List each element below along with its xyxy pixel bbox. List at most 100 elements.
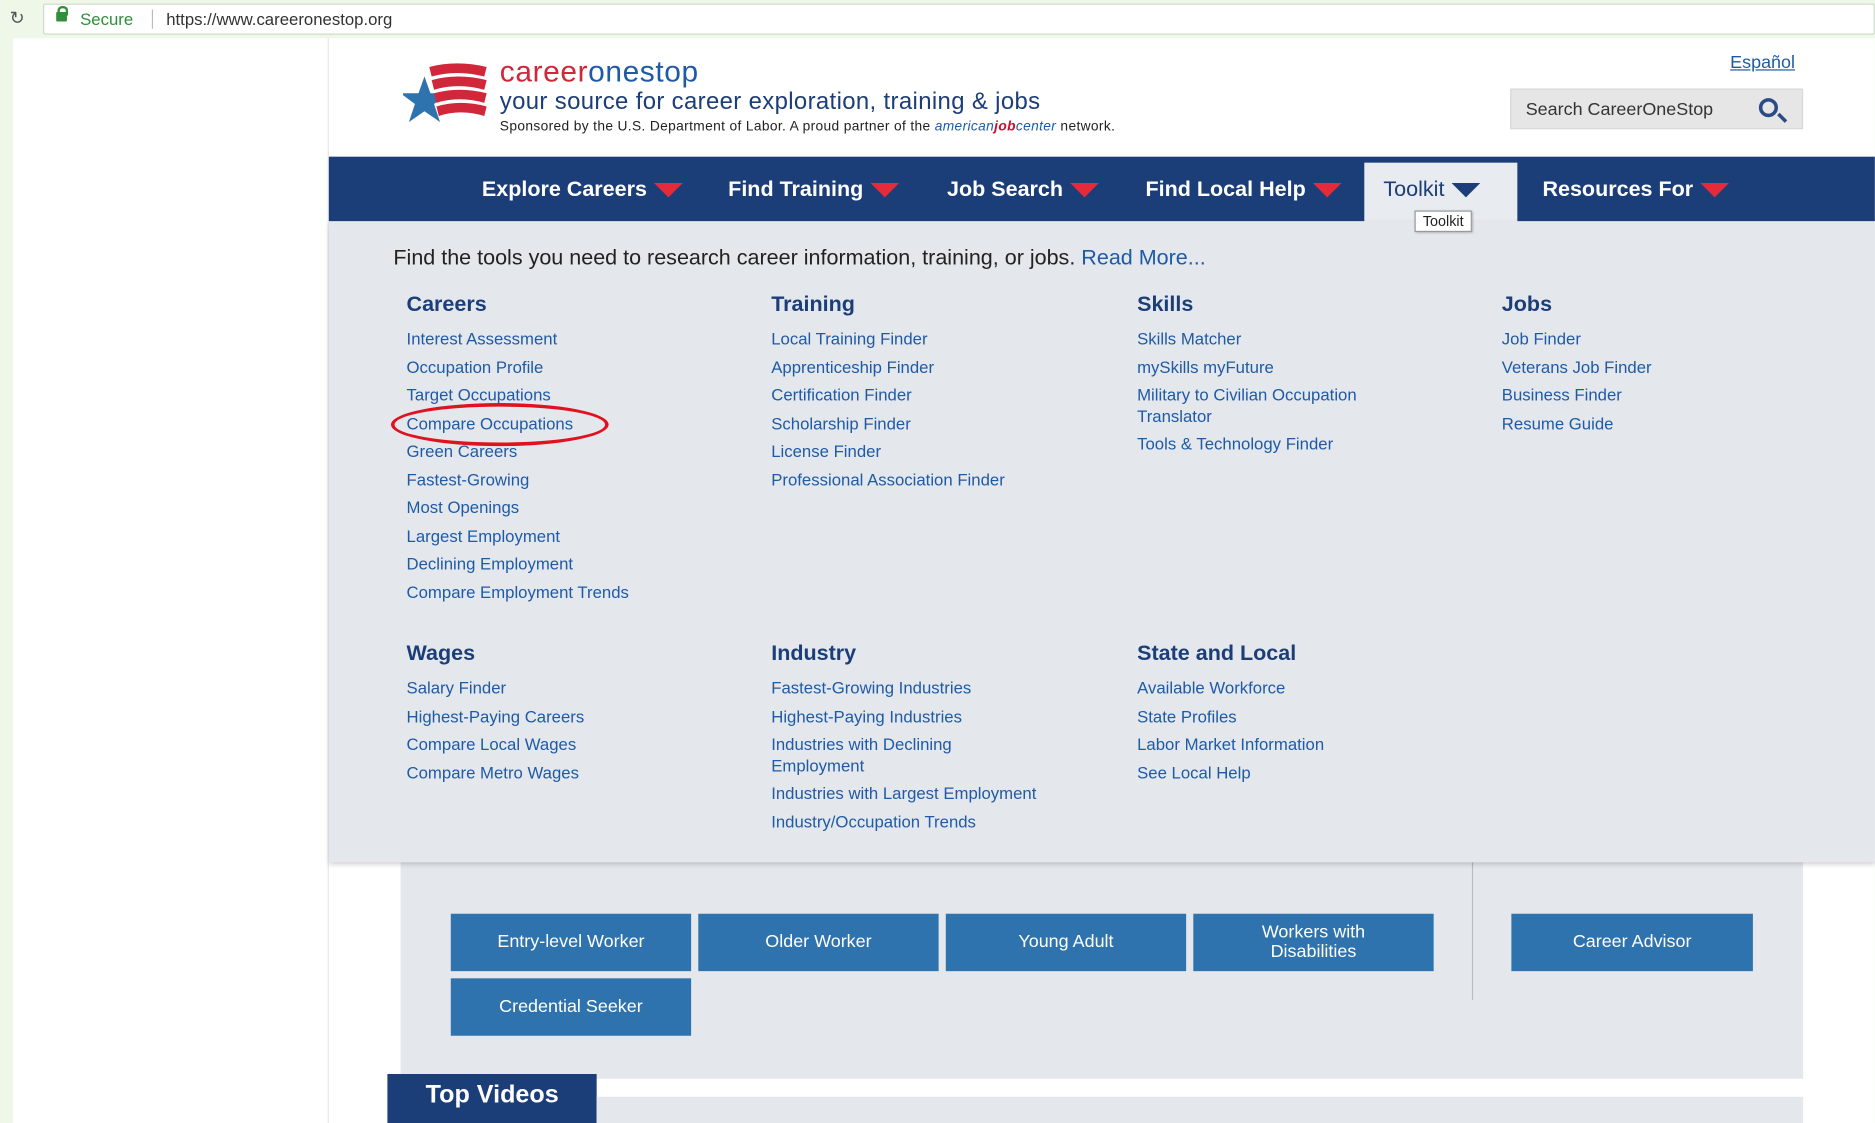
nav-label: Find Local Help: [1145, 177, 1306, 201]
link-fastest-growing[interactable]: Fastest-Growing: [407, 469, 754, 490]
nav-job-search[interactable]: Job Search: [947, 157, 1099, 222]
link-largest-employment[interactable]: Largest Employment: [407, 526, 754, 547]
link-labor-market-information[interactable]: Labor Market Information: [1137, 734, 1448, 755]
toolkit-tooltip: Toolkit: [1414, 210, 1472, 233]
espanol-link[interactable]: Español: [1730, 53, 1795, 73]
screen: ↻ Secure https://www.careeronestop.org c…: [0, 0, 1875, 1123]
section-heading: Careers: [406, 291, 487, 316]
secure-label: Secure: [80, 9, 134, 29]
american-job-center-logo: americanjobcenter: [935, 120, 1057, 134]
lock-icon: [56, 5, 69, 22]
nav-resources-for[interactable]: Resources For: [1542, 157, 1730, 222]
tile-career-advisor[interactable]: Career Advisor: [1511, 913, 1753, 972]
link-target-occupations[interactable]: Target Occupations: [407, 385, 754, 406]
link-available-workforce[interactable]: Available Workforce: [1137, 678, 1448, 699]
link-compare-employment-trends[interactable]: Compare Employment Trends: [407, 582, 754, 603]
link-business-finder[interactable]: Business Finder: [1502, 385, 1813, 406]
link-highest-paying-careers[interactable]: Highest-Paying Careers: [407, 706, 754, 727]
link-compare-local-wages[interactable]: Compare Local Wages: [407, 734, 754, 755]
reload-icon[interactable]: ↻: [10, 7, 25, 29]
divider: [151, 9, 154, 29]
nav-explore-careers[interactable]: Explore Careers: [482, 157, 683, 222]
link-industry-occupation-trends[interactable]: Industry/Occupation Trends: [771, 811, 1082, 832]
link-most-openings[interactable]: Most Openings: [407, 498, 754, 519]
url-box[interactable]: Secure https://www.careeronestop.org: [43, 3, 1875, 35]
tile-workers-with-disabilities[interactable]: Workers with Disabilities: [1193, 913, 1434, 972]
section-industry: Industry Fastest-Growing Industries High…: [771, 641, 1082, 840]
read-more-link[interactable]: Read More...: [1081, 245, 1205, 269]
link-professional-association-finder[interactable]: Professional Association Finder: [771, 469, 1118, 490]
highlight-circle: [390, 403, 609, 447]
sponsor-end: network.: [1060, 119, 1116, 134]
site-logo-text[interactable]: careeronestop: [500, 55, 699, 90]
link-industries-declining-employment[interactable]: Industries with Declining Employment: [771, 734, 1010, 776]
top-videos-bar: [596, 1096, 1804, 1123]
section-heading: Industry: [771, 641, 857, 665]
section-careers: Careers Interest Assessment Occupation P…: [407, 292, 754, 610]
link-occupation-profile[interactable]: Occupation Profile: [407, 357, 754, 378]
link-industries-largest-employment[interactable]: Industries with Largest Employment: [771, 783, 1082, 804]
audience-tiles-section: Entry-level Worker Older Worker Young Ad…: [400, 841, 1804, 1079]
link-highest-paying-industries[interactable]: Highest-Paying Industries: [771, 706, 1082, 727]
chevron-down-icon: [1312, 183, 1342, 198]
browser-address-bar: ↻ Secure https://www.careeronestop.org: [0, 0, 1875, 39]
section-heading: Jobs: [1501, 291, 1553, 316]
section-training: Training Local Training Finder Apprentic…: [771, 292, 1118, 498]
link-job-finder[interactable]: Job Finder: [1502, 329, 1813, 350]
toolkit-dropdown-panel: Find the tools you need to research care…: [328, 221, 1875, 863]
sponsor-line: Sponsored by the U.S. Department of Labo…: [500, 120, 1115, 134]
link-salary-finder[interactable]: Salary Finder: [407, 678, 754, 699]
nav-label: Toolkit: [1383, 177, 1445, 201]
section-state-and-local: State and Local Available Workforce Stat…: [1137, 641, 1448, 791]
url-text[interactable]: https://www.careeronestop.org: [166, 10, 392, 29]
nav-label: Job Search: [946, 177, 1064, 201]
chevron-down-icon: [1451, 183, 1481, 198]
section-jobs: Jobs Job Finder Veterans Job Finder Busi…: [1502, 292, 1813, 442]
toolkit-intro: Find the tools you need to research care…: [393, 245, 1205, 270]
link-local-training-finder[interactable]: Local Training Finder: [771, 329, 1118, 350]
flag-star-logo-icon[interactable]: [402, 60, 496, 127]
link-compare-metro-wages[interactable]: Compare Metro Wages: [407, 762, 754, 783]
search-input[interactable]: Search CareerOneStop: [1526, 99, 1713, 119]
nav-find-local-help[interactable]: Find Local Help: [1145, 157, 1342, 222]
section-skills: Skills Skills Matcher mySkills myFuture …: [1137, 292, 1400, 462]
link-apprenticeship-finder[interactable]: Apprenticeship Finder: [771, 357, 1118, 378]
search-icon[interactable]: [1758, 98, 1779, 118]
sponsor-text: Sponsored by the U.S. Department of Labo…: [499, 119, 931, 134]
nav-find-training[interactable]: Find Training: [728, 157, 900, 222]
logo-career: career: [499, 55, 589, 89]
link-certification-finder[interactable]: Certification Finder: [771, 385, 1118, 406]
search-box[interactable]: Search CareerOneStop: [1510, 88, 1804, 130]
link-veterans-job-finder[interactable]: Veterans Job Finder: [1502, 357, 1813, 378]
tile-credential-seeker[interactable]: Credential Seeker: [450, 978, 692, 1036]
chevron-down-icon: [654, 183, 683, 198]
link-skills-matcher[interactable]: Skills Matcher: [1137, 329, 1400, 350]
chevron-down-icon: [870, 183, 900, 198]
section-heading: State and Local: [1137, 641, 1297, 665]
link-scholarship-finder[interactable]: Scholarship Finder: [771, 413, 1118, 434]
logo-onestop: onestop: [588, 55, 699, 89]
link-see-local-help[interactable]: See Local Help: [1137, 762, 1448, 783]
link-state-profiles[interactable]: State Profiles: [1137, 706, 1448, 727]
nav-label: Explore Careers: [481, 177, 647, 201]
link-resume-guide[interactable]: Resume Guide: [1502, 413, 1813, 434]
main-nav: Explore Careers Find Training Job Search…: [328, 156, 1875, 223]
chevron-down-icon: [1700, 183, 1730, 198]
link-tools-technology-finder[interactable]: Tools & Technology Finder: [1137, 434, 1400, 455]
link-fastest-growing-industries[interactable]: Fastest-Growing Industries: [771, 678, 1082, 699]
link-myskills-myfuture[interactable]: mySkills myFuture: [1137, 357, 1400, 378]
tile-older-worker[interactable]: Older Worker: [698, 913, 939, 972]
tile-entry-level-worker[interactable]: Entry-level Worker: [450, 913, 692, 972]
link-military-to-civilian[interactable]: Military to Civilian Occupation Translat…: [1137, 385, 1400, 427]
intro-text: Find the tools you need to research care…: [393, 245, 1076, 270]
section-heading: Wages: [406, 641, 476, 665]
link-license-finder[interactable]: License Finder: [771, 441, 1118, 462]
section-heading: Skills: [1137, 291, 1194, 316]
link-interest-assessment[interactable]: Interest Assessment: [407, 329, 754, 350]
tile-young-adult[interactable]: Young Adult: [945, 913, 1187, 972]
ajc-part3: center: [1015, 119, 1057, 134]
left-edge: [0, 38, 14, 1123]
page: careeronestop your source for career exp…: [327, 38, 1875, 1123]
link-declining-employment[interactable]: Declining Employment: [407, 554, 754, 575]
section-heading: Training: [771, 291, 855, 316]
